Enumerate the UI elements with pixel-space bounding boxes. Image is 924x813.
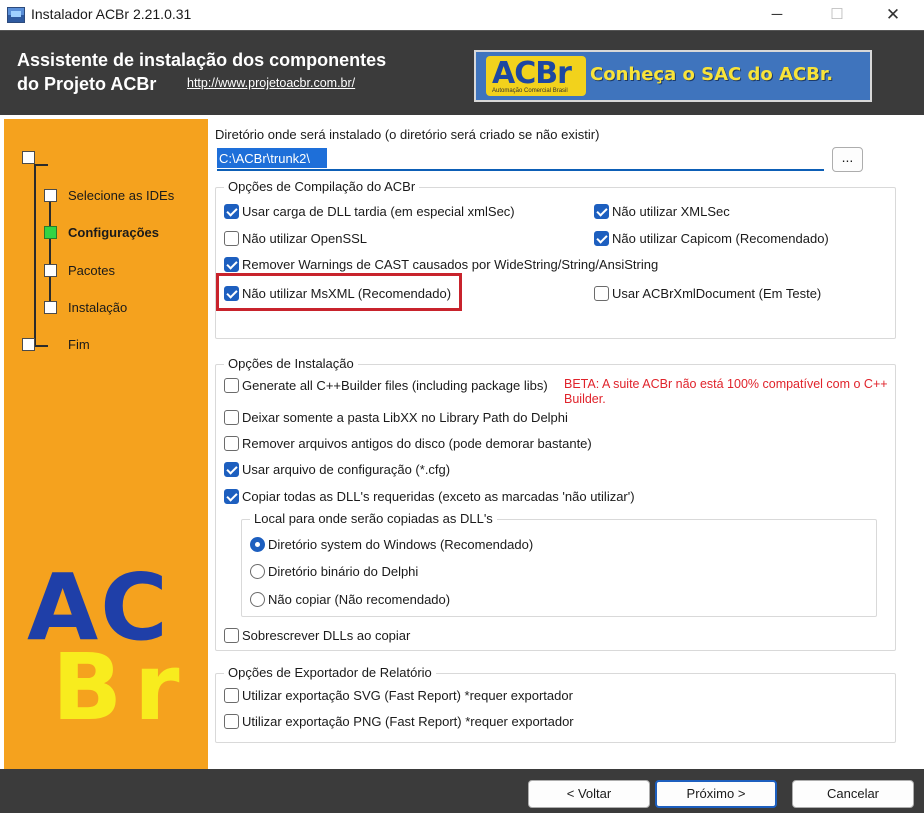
step-label-ides: Selecione as IDEs — [68, 188, 175, 203]
install-directory-input[interactable] — [217, 148, 327, 168]
step-tree-line — [49, 201, 51, 309]
close-icon[interactable]: ✕ — [870, 0, 916, 30]
step-box-pacotes — [44, 264, 57, 277]
checkbox[interactable] — [594, 203, 609, 219]
checkbox[interactable] — [224, 435, 239, 451]
wizard-footer: < Voltar Próximo > Cancelar — [0, 769, 924, 813]
install-directory-field[interactable] — [217, 148, 824, 171]
export-options-group: Opções de Exportador de Relatório — [215, 665, 896, 743]
option-no-openssl[interactable]: Não utilizar OpenSSL — [224, 228, 367, 248]
dll-location-legend: Local para onde serão copiadas as DLL's — [250, 511, 497, 526]
option-export-png[interactable]: Utilizar exportação PNG (Fast Report) *r… — [224, 711, 574, 731]
radio-no-copy[interactable]: Não copiar (Não recomendado) — [250, 589, 450, 609]
step-label-configuracoes: Configurações — [68, 225, 160, 240]
banner-text: Conheça o SAC do ACBr. — [590, 64, 834, 85]
step-box-configuracoes — [44, 226, 57, 239]
checkbox[interactable] — [224, 377, 239, 393]
window-title: Instalador ACBr 2.21.0.31 — [31, 6, 192, 22]
checkbox[interactable] — [224, 409, 239, 425]
install-directory-label: Diretório onde será instalado (o diretór… — [215, 127, 600, 142]
step-root-box — [22, 151, 35, 164]
checkbox[interactable] — [224, 461, 239, 477]
option-copy-dlls[interactable]: Copiar todas as DLL's requeridas (exceto… — [224, 486, 635, 506]
radio-button[interactable] — [250, 563, 265, 579]
step-tree-line — [34, 164, 36, 346]
option-acbr-xml-document[interactable]: Usar ACBrXmlDocument (Em Teste) — [594, 283, 821, 303]
next-button[interactable]: Próximo > — [655, 780, 777, 808]
wizard-steps-sidebar: Selecione as IDEs Configurações Pacotes … — [4, 119, 208, 769]
option-no-capicom[interactable]: Não utilizar Capicom (Recomendado) — [594, 228, 829, 248]
checkbox[interactable] — [224, 230, 239, 246]
checkbox[interactable] — [594, 285, 609, 301]
step-label-fim: Fim — [68, 337, 90, 352]
cancel-button[interactable]: Cancelar — [792, 780, 914, 808]
step-tree-line — [34, 345, 48, 347]
option-delay-dll-load[interactable]: Usar carga de DLL tardia (em especial xm… — [224, 201, 515, 221]
wizard-header: Assistente de instalação dos componentes… — [0, 30, 924, 115]
browse-directory-button[interactable]: ... — [832, 147, 863, 172]
checkbox[interactable] — [594, 230, 609, 246]
sac-banner[interactable]: ACBr Automação Comercial Brasil Conheça … — [474, 50, 872, 102]
checkbox[interactable] — [224, 627, 239, 643]
option-export-svg[interactable]: Utilizar exportação SVG (Fast Report) *r… — [224, 685, 573, 705]
step-tree-line — [34, 164, 48, 166]
banner-logo-text: ACBr — [492, 56, 572, 91]
acbr-banner-logo: ACBr Automação Comercial Brasil — [486, 56, 586, 96]
radio-button[interactable] — [250, 591, 265, 607]
minimize-icon[interactable]: ─ — [754, 0, 800, 30]
option-no-xmlsec[interactable]: Não utilizar XMLSec — [594, 201, 730, 221]
checkbox[interactable] — [224, 488, 239, 504]
export-options-legend: Opções de Exportador de Relatório — [224, 665, 436, 680]
installer-app-icon — [7, 7, 25, 23]
header-title-line1: Assistente de instalação dos componentes — [17, 50, 387, 70]
step-box-instalacao — [44, 301, 57, 314]
option-overwrite-dlls[interactable]: Sobrescrever DLLs ao copiar — [224, 625, 410, 645]
configuration-panel: Diretório onde será instalado (o diretór… — [208, 119, 924, 769]
option-generate-cpp-builder[interactable]: Generate all C++Builder files (including… — [224, 375, 548, 395]
option-libxx-only[interactable]: Deixar somente a pasta LibXX no Library … — [224, 407, 568, 427]
beta-warning-text: BETA: A suite ACBr não está 100% compatí… — [564, 377, 888, 406]
step-label-instalacao: Instalação — [68, 300, 128, 315]
maximize-icon[interactable]: ☐ — [814, 0, 860, 30]
option-remove-cast-warnings[interactable]: Remover Warnings de CAST causados por Wi… — [224, 254, 658, 274]
step-box-fim — [22, 338, 35, 351]
header-title-line2: do Projeto ACBr — [17, 74, 157, 94]
checkbox[interactable] — [224, 687, 239, 703]
project-website-link[interactable]: http://www.projetoacbr.com.br/ — [187, 76, 355, 90]
radio-button[interactable] — [250, 536, 265, 552]
compile-options-legend: Opções de Compilação do ACBr — [224, 179, 420, 194]
msxml-highlight-box — [216, 273, 462, 311]
radio-delphi-bin-dir[interactable]: Diretório binário do Delphi — [250, 561, 418, 581]
option-use-cfg-file[interactable]: Usar arquivo de configuração (*.cfg) — [224, 459, 450, 479]
step-label-pacotes: Pacotes — [68, 263, 115, 278]
option-remove-old-files[interactable]: Remover arquivos antigos do disco (pode … — [224, 433, 592, 453]
checkbox[interactable] — [224, 256, 239, 272]
checkbox[interactable] — [224, 713, 239, 729]
step-box-ides — [44, 189, 57, 202]
radio-windows-system-dir[interactable]: Diretório system do Windows (Recomendado… — [250, 534, 533, 554]
install-options-legend: Opções de Instalação — [224, 356, 358, 371]
checkbox[interactable] — [224, 203, 239, 219]
back-button[interactable]: < Voltar — [528, 780, 650, 808]
banner-logo-subtitle: Automação Comercial Brasil — [492, 88, 568, 94]
title-bar: Instalador ACBr 2.21.0.31 ─ ☐ ✕ — [0, 0, 924, 30]
acbr-logo-bottom: Br — [52, 634, 192, 741]
